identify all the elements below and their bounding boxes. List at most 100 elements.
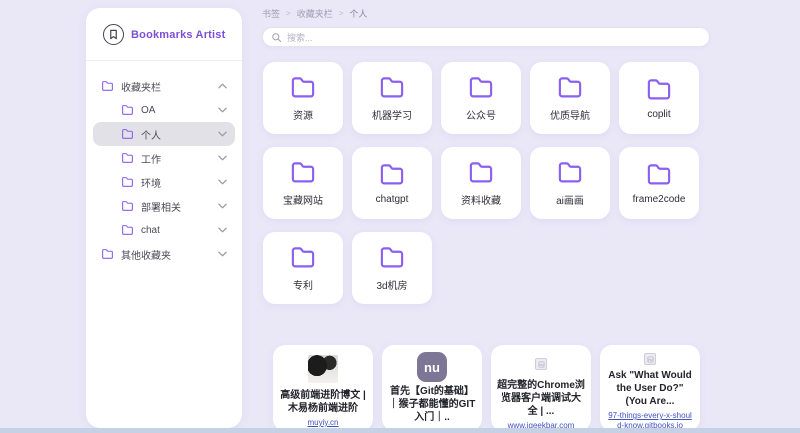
breadcrumb-item[interactable]: 书签: [262, 7, 280, 20]
bookmark-title: 高级前端进阶博文 | 木易杨前端进阶: [279, 389, 367, 415]
folder-icon: [121, 176, 134, 189]
search-icon: [271, 32, 282, 43]
search-placeholder: 搜索...: [287, 31, 313, 44]
bookmark-link[interactable]: muyiy.cn: [308, 418, 339, 428]
bookmark-thumbnail: [535, 352, 547, 376]
sidebar-item-label: 其他收藏夹: [121, 247, 218, 262]
folder-card[interactable]: coplit: [619, 62, 699, 134]
folder-icon: [377, 162, 407, 189]
default-favicon-icon: [644, 353, 656, 365]
folder-card-label: 资料收藏: [461, 192, 501, 207]
app-title: Bookmarks Artist: [131, 29, 226, 41]
folder-icon: [121, 128, 134, 141]
sidebar-item-label: 收藏夹栏: [121, 79, 218, 94]
folder-card-label: frame2code: [633, 194, 686, 205]
bookmarks-app: Bookmarks Artist 收藏夹栏 OA 个人 工作: [0, 0, 800, 433]
folder-card[interactable]: 3d机房: [352, 232, 432, 304]
bookmark-card[interactable]: Ask "What Would the User Do?" (You Are..…: [600, 345, 700, 431]
folder-card[interactable]: 资源: [263, 62, 343, 134]
bookmark-badge-icon: [103, 24, 124, 45]
folder-icon: [288, 75, 318, 102]
sidebar-item-label: 环境: [141, 175, 218, 190]
folder-icon: [466, 160, 496, 187]
folder-card[interactable]: frame2code: [619, 147, 699, 219]
folder-card-label: 机器学习: [372, 107, 412, 122]
chevron-down-icon[interactable]: [218, 155, 227, 161]
folder-icon: [555, 75, 585, 102]
default-favicon-icon: [535, 358, 547, 370]
sidebar-item[interactable]: 其他收藏夹: [93, 242, 235, 266]
bookmark-thumbnail-image: [308, 355, 338, 383]
folder-card-label: 宝藏网站: [283, 192, 323, 207]
bottom-bar: [0, 428, 800, 433]
folder-card[interactable]: chatgpt: [352, 147, 432, 219]
chevron-down-icon[interactable]: [218, 227, 227, 233]
folder-grid: 资源 机器学习 公众号 优质导航 coplit 宝藏网站 chatgpt: [263, 62, 699, 304]
folder-card[interactable]: 专利: [263, 232, 343, 304]
sidebar-item[interactable]: chat: [93, 218, 235, 242]
chevron-down-icon[interactable]: [218, 131, 227, 137]
folder-card-label: 公众号: [466, 107, 496, 122]
chevron-down-icon[interactable]: [218, 251, 227, 257]
folder-icon: [101, 248, 114, 261]
bookmark-thumbnail: [308, 352, 338, 386]
chevron-up-icon[interactable]: [218, 83, 227, 89]
bookmark-site-logo: nu: [417, 352, 447, 382]
breadcrumb-item[interactable]: 收藏夹栏: [297, 7, 333, 20]
folder-icon: [121, 152, 134, 165]
folder-icon: [101, 80, 114, 93]
chevron-down-icon[interactable]: [218, 107, 227, 113]
app-logo: Bookmarks Artist: [86, 8, 242, 45]
bookmark-list: 高级前端进阶博文 | 木易杨前端进阶 muyiy.cn nu 首先【Git的基础…: [273, 345, 700, 431]
folder-card-label: ai画画: [556, 192, 584, 207]
sidebar-item-label: 部署相关: [141, 199, 218, 214]
bookmark-thumbnail: [644, 352, 656, 366]
bookmark-card[interactable]: nu 首先【Git的基础】｜猴子都能懂的GIT入门｜.. backlog.com: [382, 345, 482, 431]
bookmark-card[interactable]: 高级前端进阶博文 | 木易杨前端进阶 muyiy.cn: [273, 345, 373, 431]
folder-icon: [644, 77, 674, 104]
sidebar-item[interactable]: OA: [93, 98, 235, 122]
folder-icon: [121, 224, 134, 237]
breadcrumb-separator: >: [339, 9, 344, 18]
folder-card-label: 专利: [293, 277, 313, 292]
sidebar: Bookmarks Artist 收藏夹栏 OA 个人 工作: [86, 8, 242, 428]
sidebar-item-label: OA: [141, 105, 218, 116]
folder-card[interactable]: 机器学习: [352, 62, 432, 134]
breadcrumb-item[interactable]: 个人: [349, 7, 367, 20]
breadcrumb-separator: >: [286, 9, 291, 18]
folder-card[interactable]: 优质导航: [530, 62, 610, 134]
sidebar-tree: 收藏夹栏 OA 个人 工作 环境: [86, 61, 242, 266]
bookmark-title: 超完整的Chrome浏览器客户端调试大全 | ...: [497, 379, 585, 418]
folder-card-label: 3d机房: [376, 277, 407, 292]
folder-card-label: coplit: [647, 109, 670, 120]
folder-icon: [288, 245, 318, 272]
breadcrumb: 书签 > 收藏夹栏 > 个人: [262, 7, 367, 20]
folder-card-label: chatgpt: [376, 194, 409, 205]
chevron-down-icon[interactable]: [218, 203, 227, 209]
sidebar-item[interactable]: 个人: [93, 122, 235, 146]
sidebar-item[interactable]: 环境: [93, 170, 235, 194]
folder-card[interactable]: 公众号: [441, 62, 521, 134]
bookmark-title: Ask "What Would the User Do?" (You Are..…: [606, 369, 694, 408]
folder-icon: [288, 160, 318, 187]
chevron-down-icon[interactable]: [218, 179, 227, 185]
folder-icon: [555, 160, 585, 187]
folder-icon: [377, 245, 407, 272]
bookmark-thumbnail: nu: [417, 352, 447, 382]
sidebar-item[interactable]: 工作: [93, 146, 235, 170]
folder-card-label: 资源: [293, 107, 313, 122]
folder-card[interactable]: 宝藏网站: [263, 147, 343, 219]
sidebar-item[interactable]: 部署相关: [93, 194, 235, 218]
folder-icon: [466, 75, 496, 102]
folder-icon: [121, 104, 134, 117]
bookmark-title: 首先【Git的基础】｜猴子都能懂的GIT入门｜..: [388, 385, 476, 424]
search-input[interactable]: 搜索...: [262, 27, 710, 47]
sidebar-item-label: 工作: [141, 151, 218, 166]
folder-card[interactable]: ai画画: [530, 147, 610, 219]
sidebar-item-label: chat: [141, 225, 218, 236]
folder-card-label: 优质导航: [550, 107, 590, 122]
folder-icon: [377, 75, 407, 102]
bookmark-card[interactable]: 超完整的Chrome浏览器客户端调试大全 | ... www.igeekbar.…: [491, 345, 591, 431]
folder-card[interactable]: 资料收藏: [441, 147, 521, 219]
sidebar-item[interactable]: 收藏夹栏: [93, 74, 235, 98]
